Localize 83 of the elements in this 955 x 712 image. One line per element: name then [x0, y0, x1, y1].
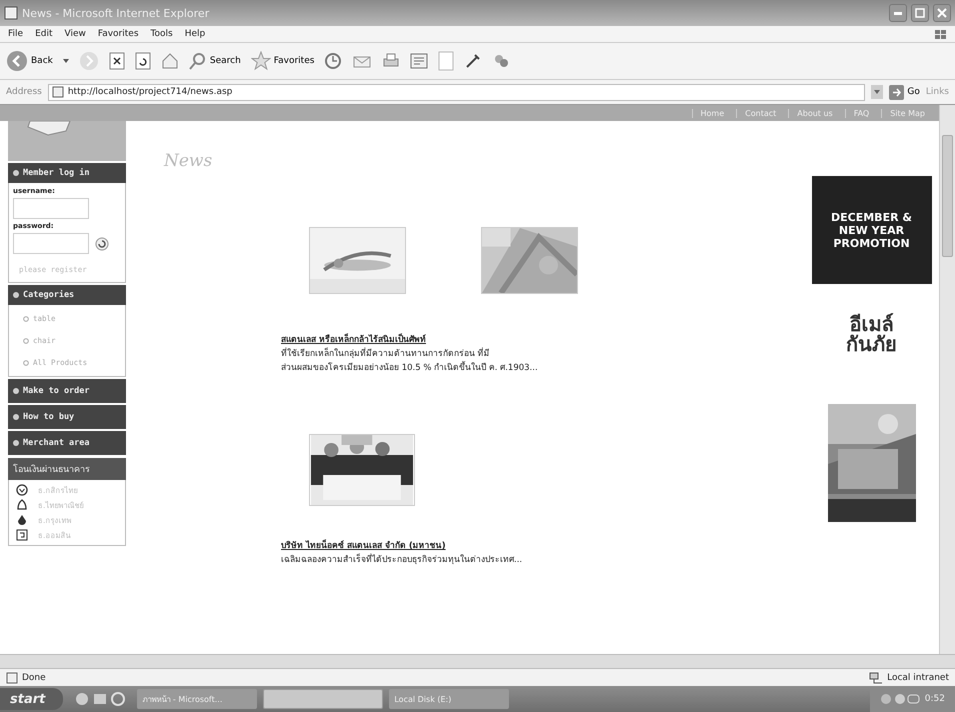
- news-summary-line: ที่ใช้เรียกเหล็กในกลุ่มที่มีความต้านทานการกัดกร่อน ที่มี: [281, 346, 490, 360]
- page-icon: [6, 672, 18, 684]
- star-icon: [250, 51, 271, 71]
- dropdown-arrow-icon[interactable]: [62, 59, 69, 63]
- stop-icon[interactable]: [108, 52, 125, 70]
- banner-text: DECEMBER &: [831, 210, 912, 224]
- media-icon[interactable]: [111, 692, 126, 706]
- start-button[interactable]: start: [0, 688, 64, 710]
- news-summary-line: เฉลิมฉลองความสำเร็จที่ได้ประกอบธุรกิจร่วมทุนในต่างประเทศ...: [281, 552, 522, 566]
- search-icon: [188, 52, 207, 70]
- menu-block-label[interactable]: Make to order: [23, 386, 90, 396]
- menu-block[interactable]: Make to order: [8, 379, 126, 403]
- menu-block-label[interactable]: Merchant area: [23, 438, 90, 448]
- bullet-icon: [23, 360, 29, 366]
- status-text: Done: [22, 672, 46, 682]
- menu-item[interactable]: File: [8, 29, 24, 39]
- logo-text: อีเมล์: [850, 314, 894, 334]
- page-icon[interactable]: [438, 51, 454, 71]
- favorites-button[interactable]: Favorites: [250, 51, 314, 71]
- history-icon[interactable]: [324, 52, 342, 70]
- ie-page-icon: [4, 6, 18, 20]
- home-icon[interactable]: [160, 52, 179, 70]
- windows-flag-icon: [933, 27, 947, 41]
- horizontal-scrollbar[interactable]: [0, 654, 955, 669]
- menu-item[interactable]: Help: [184, 29, 206, 39]
- news-summary-line: ส่วนผสมของโครเมียมอย่างน้อย 10.5 % กำเนิดขึ้นในปี ค. ศ.1903...: [281, 360, 538, 374]
- tools-icon[interactable]: [464, 52, 482, 70]
- page-heading: News: [164, 151, 212, 171]
- refresh-icon[interactable]: [134, 52, 151, 70]
- bank-header: โอนเงินผ่านธนาคาร: [8, 458, 126, 480]
- tray-icons: [880, 692, 920, 706]
- refresh-icon: [95, 236, 109, 250]
- desktop-icon[interactable]: [93, 692, 108, 706]
- banner-text: NEW YEAR: [838, 224, 904, 236]
- menu-item[interactable]: Edit: [35, 29, 52, 39]
- square-icon: [16, 529, 28, 541]
- go-button[interactable]: Go: [889, 84, 920, 100]
- menu-block[interactable]: Merchant area: [8, 431, 126, 455]
- network-icon: [869, 672, 884, 684]
- bullet-icon: [13, 292, 19, 298]
- menu-item[interactable]: Tools: [150, 29, 173, 39]
- menu-item[interactable]: View: [64, 29, 86, 39]
- bullet-icon: [23, 316, 29, 322]
- clock: 0:52: [924, 694, 945, 704]
- login-button[interactable]: [95, 236, 109, 250]
- messenger-icon[interactable]: [492, 52, 510, 70]
- maximize-button[interactable]: [911, 4, 929, 22]
- menu-item[interactable]: Favorites: [98, 29, 139, 39]
- news-headline-link[interactable]: สแตนเลส หรือเหล็กกล้าไร้สนิมเป็นศัพท์: [281, 332, 426, 346]
- address-field[interactable]: http://localhost/project714/news.asp: [48, 84, 866, 100]
- bullet-icon: [13, 414, 19, 420]
- promotion-banner[interactable]: DECEMBER & NEW YEAR PROMOTION: [812, 176, 932, 284]
- edit-icon[interactable]: [410, 52, 428, 70]
- scroll-thumb[interactable]: [942, 135, 953, 257]
- header-text: Member log in: [23, 168, 90, 178]
- window-title: News - Microsoft Internet Explorer: [22, 6, 210, 20]
- page-icon: [52, 86, 64, 98]
- logo-text: กันภัย: [846, 334, 897, 354]
- address-label: Address: [6, 87, 42, 97]
- drop-icon: [16, 514, 28, 526]
- bullet-icon: [23, 338, 29, 344]
- header-text: Categories: [23, 290, 74, 300]
- menu-block[interactable]: How to buy: [8, 405, 126, 429]
- bullet-icon: [13, 440, 19, 446]
- bullet-icon: [13, 170, 19, 176]
- bullet-icon: [13, 388, 19, 394]
- ring-icon: [16, 484, 28, 496]
- banner-text: PROMOTION: [833, 236, 910, 250]
- minimize-icon: [894, 12, 902, 14]
- email-logo-banner[interactable]: อีเมล์ กันภัย: [846, 314, 897, 354]
- vertical-scrollbar[interactable]: [939, 105, 955, 654]
- news-headline-link[interactable]: บริษัท ไทยน็อคซ์ สแตนเลส จำกัด (มหาชน): [281, 538, 446, 552]
- username-field[interactable]: [13, 198, 89, 219]
- close-button[interactable]: [933, 4, 951, 22]
- taskbar-button[interactable]: [263, 689, 384, 709]
- browser-icon[interactable]: [75, 692, 90, 706]
- menu-block-label[interactable]: How to buy: [23, 412, 74, 422]
- password-field[interactable]: [13, 233, 89, 254]
- zone-text: Local intranet: [887, 672, 949, 682]
- back-button[interactable]: Back: [6, 50, 53, 72]
- search-button[interactable]: Search: [188, 52, 241, 70]
- bell-icon: [16, 499, 28, 511]
- minimize-button[interactable]: [889, 4, 907, 22]
